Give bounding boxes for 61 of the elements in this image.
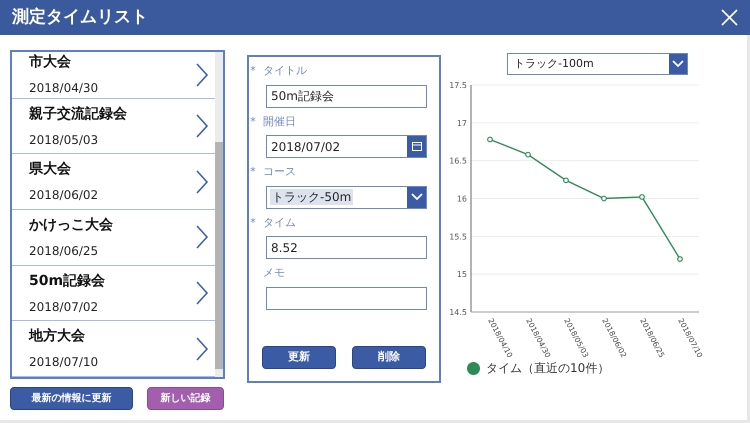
scrollbar[interactable] bbox=[215, 52, 223, 377]
y-tick-label: 14.5 bbox=[449, 308, 467, 317]
delete-button[interactable]: 削除 bbox=[352, 346, 426, 369]
data-point bbox=[487, 136, 493, 142]
event-name: 市大会 bbox=[29, 52, 72, 72]
chevron-right-icon bbox=[195, 280, 209, 306]
close-icon[interactable] bbox=[721, 9, 738, 26]
text-field[interactable] bbox=[266, 286, 427, 310]
required-mark: * bbox=[250, 214, 256, 230]
field-label: タイトル bbox=[263, 63, 307, 79]
refresh-button[interactable]: 最新の情報に更新 bbox=[10, 387, 133, 410]
chevron-right-icon bbox=[195, 113, 209, 140]
data-point bbox=[677, 256, 683, 262]
data-point bbox=[639, 194, 645, 200]
field-label: メモ bbox=[263, 265, 285, 281]
text-field[interactable]: 8.52 bbox=[266, 236, 427, 259]
y-tick-label: 17.5 bbox=[449, 81, 467, 90]
date-field[interactable]: 2018/07/02 bbox=[266, 135, 427, 158]
window-title: 測定タイムリスト bbox=[12, 6, 148, 29]
event-name: 県大会 bbox=[29, 160, 72, 180]
y-tick-label: 15.5 bbox=[449, 232, 467, 242]
chevron-right-icon bbox=[195, 336, 209, 362]
event-date: 2018/05/03 bbox=[29, 132, 100, 149]
chevron-down-icon bbox=[410, 193, 422, 201]
chevron-right-icon bbox=[195, 168, 209, 195]
data-point bbox=[525, 152, 531, 158]
dropdown-button[interactable] bbox=[407, 186, 426, 208]
scrollbar-thumb[interactable] bbox=[215, 142, 223, 369]
chevron-down-icon bbox=[672, 60, 684, 68]
event-date: 2018/04/30 bbox=[29, 80, 100, 98]
field-label: タイム bbox=[263, 214, 296, 230]
dropdown-button[interactable] bbox=[669, 54, 687, 74]
course-select[interactable]: トラック-100m bbox=[507, 53, 688, 75]
field-label: 開催日 bbox=[263, 114, 296, 130]
course-dropdown[interactable]: トラック-50m bbox=[266, 186, 427, 208]
event-name: 50m記録会 bbox=[29, 272, 106, 291]
chevron-right-icon bbox=[195, 224, 209, 250]
calendar-icon bbox=[412, 142, 422, 151]
update-button[interactable]: 更新 bbox=[262, 346, 336, 369]
event-date: 2018/06/25 bbox=[29, 242, 100, 260]
event-date: 2018/06/02 bbox=[29, 187, 100, 204]
required-mark: * bbox=[250, 164, 256, 180]
event-name: 地方大会 bbox=[29, 326, 86, 346]
y-tick-label: 15 bbox=[456, 270, 467, 280]
required-mark: * bbox=[250, 63, 256, 79]
calendar-button[interactable] bbox=[407, 136, 426, 157]
event-date: 2018/07/10 bbox=[29, 354, 100, 372]
event-name: かけっこ大会 bbox=[29, 216, 114, 235]
y-tick-label: 16.5 bbox=[449, 156, 467, 166]
field-label: コース bbox=[263, 164, 296, 180]
legend-label: タイム（直近の10件） bbox=[486, 360, 610, 377]
data-point bbox=[601, 196, 607, 202]
event-name: 親子交流記録会 bbox=[29, 104, 128, 124]
required-mark: * bbox=[250, 114, 256, 130]
y-tick-label: 16 bbox=[456, 194, 467, 204]
new-record-button[interactable]: 新しい記録 bbox=[147, 387, 224, 410]
text-field[interactable]: 50m記録会 bbox=[266, 84, 427, 108]
y-tick-label: 17 bbox=[456, 118, 467, 128]
event-date: 2018/07/02 bbox=[29, 298, 100, 316]
data-point bbox=[563, 177, 569, 184]
chevron-right-icon bbox=[195, 62, 209, 88]
